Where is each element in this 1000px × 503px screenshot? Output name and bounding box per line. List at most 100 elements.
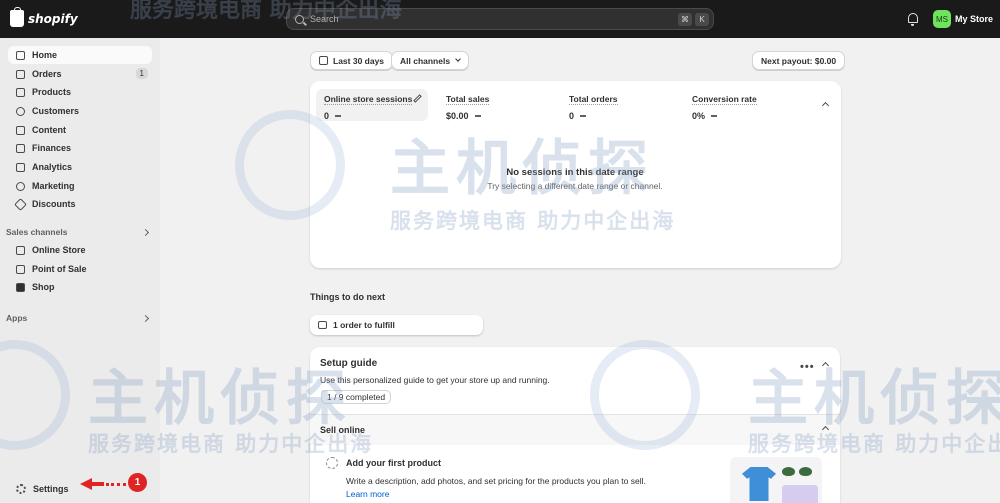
setup-progress-badge: 1 / 9 completed — [321, 390, 392, 404]
metric-value-text: 0% — [692, 111, 706, 121]
sidebar: Home Orders 1 Products Customers Content… — [0, 38, 160, 503]
inbox-icon — [318, 321, 327, 329]
channels-dropdown[interactable]: All channels — [391, 51, 470, 70]
arrow-head-icon — [80, 478, 92, 490]
storefront-icon — [16, 245, 25, 255]
task-description-text: Write a description, add photos, and set… — [346, 476, 646, 486]
sidebar-item-point-of-sale[interactable]: Point of Sale — [8, 260, 152, 278]
trend-dash-icon — [335, 115, 342, 117]
shopify-bag-icon — [10, 7, 24, 27]
command-key-icon: ⌘ — [678, 13, 692, 26]
sidebar-item-label: Analytics — [32, 162, 73, 172]
search-bar[interactable]: ⌘ K — [286, 8, 714, 30]
annotation-arrow — [80, 478, 126, 490]
tag-icon — [16, 87, 25, 97]
sidebar-item-content[interactable]: Content — [8, 121, 152, 139]
chevron-right-icon[interactable] — [141, 228, 150, 237]
orders-to-fulfill-button[interactable]: 1 order to fulfill — [310, 315, 483, 335]
things-to-do-heading: Things to do next — [310, 292, 385, 302]
orders-icon — [16, 69, 25, 79]
shopify-logo[interactable]: shopify — [10, 7, 78, 27]
sidebar-item-discounts[interactable]: Discounts — [8, 195, 152, 213]
trend-dash-icon — [580, 115, 587, 117]
home-icon — [16, 50, 25, 60]
collapse-chevron-icon[interactable] — [821, 101, 830, 110]
sidebar-item-label: Orders — [32, 69, 62, 79]
sidebar-item-label: Shop — [32, 282, 55, 292]
trend-dash-icon — [711, 115, 718, 117]
sidebar-item-label: Customers — [32, 106, 80, 116]
orders-count-badge: 1 — [135, 68, 148, 79]
discount-icon — [14, 197, 27, 211]
task-add-product[interactable]: Add your first product Write a descripti… — [316, 449, 834, 503]
arrow-shaft — [92, 482, 104, 486]
sidebar-item-marketing[interactable]: Marketing — [8, 177, 152, 195]
channels-label: All channels — [400, 55, 451, 66]
sidebar-item-online-store[interactable]: Online Store — [8, 241, 152, 259]
content-icon — [16, 125, 25, 135]
date-range-label: Last 30 days — [333, 55, 385, 66]
chevron-right-icon[interactable] — [141, 314, 150, 323]
k-key-icon: K — [695, 13, 709, 26]
sidebar-item-analytics[interactable]: Analytics — [8, 158, 152, 176]
metric-label: Conversion rate — [692, 94, 757, 105]
metric-total-orders[interactable]: Total orders 0 — [561, 89, 673, 121]
sidebar-item-label: Settings — [33, 484, 69, 494]
analytics-card: Online store sessions 0 Total sales $0.0… — [310, 81, 841, 268]
metric-online-store-sessions[interactable]: Online store sessions 0 — [316, 89, 428, 121]
sidebar-item-label: Online Store — [32, 245, 86, 255]
setup-guide-title: Setup guide — [320, 358, 378, 369]
search-icon — [295, 14, 304, 24]
next-payout-label: Next payout: $0.00 — [761, 55, 837, 66]
learn-more-link[interactable]: Learn more — [346, 489, 389, 499]
metric-label: Total sales — [446, 94, 490, 105]
empty-state-subtitle: Try selecting a different date range or … — [487, 181, 663, 191]
bar-chart-icon — [16, 162, 25, 172]
date-range-button[interactable]: Last 30 days — [310, 51, 394, 70]
task-status-circle-icon[interactable] — [326, 457, 338, 469]
metric-label: Online store sessions — [324, 94, 413, 105]
shop-app-icon — [16, 282, 25, 292]
bell-icon[interactable] — [908, 13, 918, 26]
setup-guide-card: Setup guide Use this personalized guide … — [310, 347, 840, 503]
next-payout-button[interactable]: Next payout: $0.00 — [752, 51, 846, 70]
empty-state-title: No sessions in this date range — [506, 167, 644, 178]
chevron-down-icon — [455, 56, 461, 62]
pencil-icon[interactable] — [413, 94, 422, 103]
search-input[interactable] — [310, 14, 670, 24]
sidebar-item-finances[interactable]: Finances — [8, 139, 152, 157]
bank-icon — [16, 143, 25, 153]
metric-total-sales[interactable]: Total sales $0.00 — [438, 89, 550, 121]
sidebar-item-customers[interactable]: Customers — [8, 102, 152, 120]
more-options-icon[interactable]: ••• — [800, 361, 815, 373]
gear-icon — [16, 484, 26, 494]
avatar[interactable]: MS — [933, 10, 951, 28]
sidebar-item-label: Marketing — [32, 181, 75, 191]
store-name[interactable]: My Store — [955, 14, 993, 24]
logo-text: shopify — [28, 11, 78, 26]
sales-channels-heading[interactable]: Sales channels — [6, 227, 67, 237]
metric-value: 0 — [324, 111, 420, 121]
sell-online-section[interactable]: Sell online — [310, 415, 840, 445]
sidebar-item-orders[interactable]: Orders 1 — [8, 65, 152, 83]
sidebar-item-shop[interactable]: Shop — [8, 278, 152, 296]
collapse-chevron-icon[interactable] — [821, 361, 830, 370]
sidebar-item-label: Products — [32, 87, 72, 97]
sidebar-item-home[interactable]: Home — [8, 46, 152, 64]
metric-conversion-rate[interactable]: Conversion rate 0% — [684, 89, 796, 121]
task-title: Add your first product — [346, 458, 441, 468]
sidebar-item-label: Home — [32, 50, 58, 60]
collapse-chevron-icon[interactable] — [821, 425, 830, 434]
sidebar-item-label: Discounts — [32, 199, 76, 209]
pos-icon — [16, 264, 25, 274]
metric-value: 0 — [569, 111, 665, 121]
tshirt-icon — [742, 467, 776, 501]
top-bar: shopify ⌘ K MS My Store — [0, 0, 1000, 38]
apps-heading[interactable]: Apps — [6, 313, 27, 323]
calendar-icon — [319, 56, 328, 65]
sidebar-item-label: Finances — [32, 143, 72, 153]
product-tile — [782, 485, 818, 503]
task-description: Write a description, add photos, and set… — [346, 475, 646, 501]
product-illustration — [730, 457, 822, 503]
sidebar-item-products[interactable]: Products — [8, 83, 152, 101]
